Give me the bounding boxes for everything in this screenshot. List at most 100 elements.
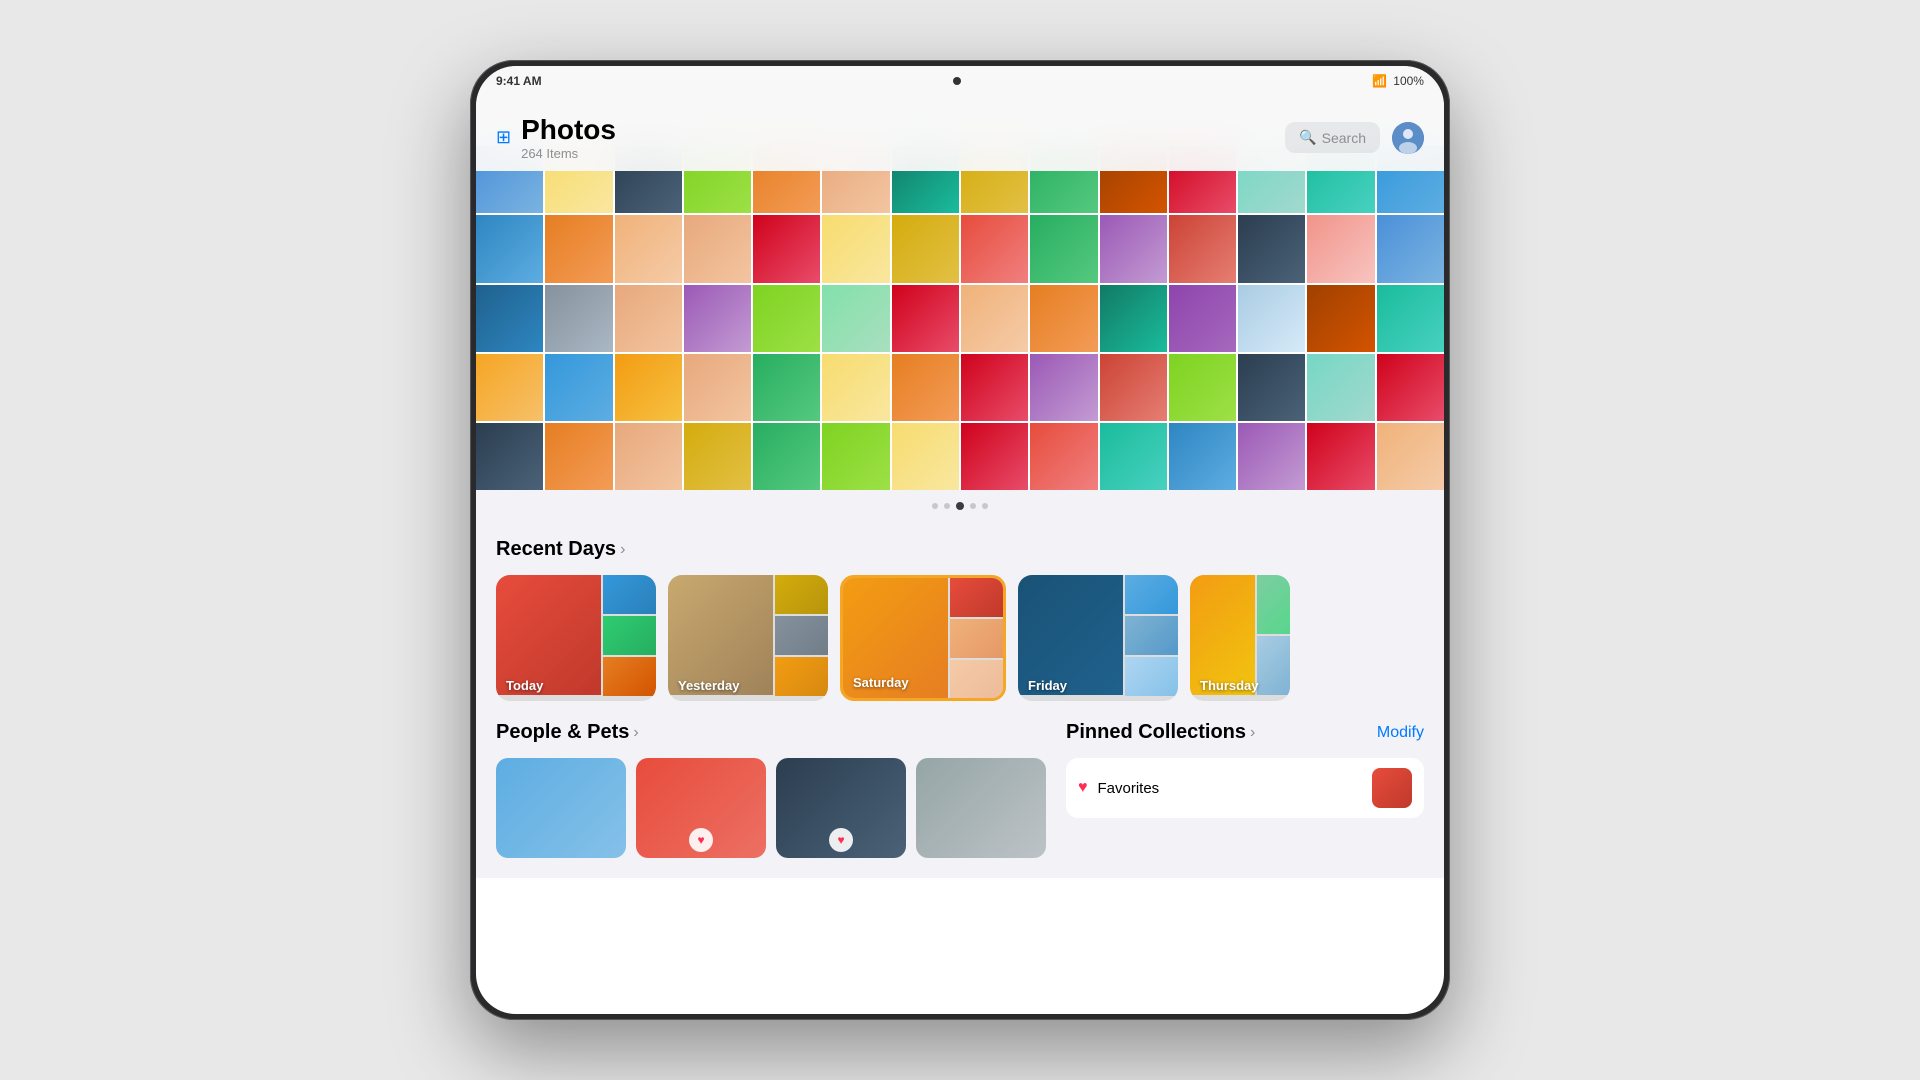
pinned-collections-header: Pinned Collections › Modify [1066, 721, 1424, 744]
device-frame: 9:41 AM 📶 100% ⊞ Photos 264 Items 🔍 Sear… [470, 60, 1450, 1020]
photo-cell[interactable] [545, 354, 612, 421]
people-card-4[interactable] [916, 758, 1046, 858]
pinned-label-favorites: Favorites [1098, 780, 1363, 797]
day-card-yesterday[interactable]: Yesterday [668, 575, 828, 701]
search-label: Search [1322, 130, 1366, 146]
photo-cell[interactable] [822, 285, 889, 352]
nav-right: 🔍 Search [1285, 122, 1424, 154]
photo-cell[interactable] [684, 354, 751, 421]
people-pets-arrow: › [633, 724, 638, 742]
photo-cell[interactable] [1169, 423, 1236, 490]
photo-cell[interactable] [1238, 423, 1305, 490]
photo-cell[interactable] [1169, 285, 1236, 352]
people-scroll[interactable]: ♥ ♥ [496, 758, 1046, 858]
day-label-saturday: Saturday [853, 675, 909, 690]
photo-cell[interactable] [753, 285, 820, 352]
photo-cell[interactable] [961, 423, 1028, 490]
photo-cell[interactable] [1238, 285, 1305, 352]
photo-cell[interactable] [545, 423, 612, 490]
photo-cell[interactable] [1030, 285, 1097, 352]
photo-cell[interactable] [1169, 354, 1236, 421]
photo-cell[interactable] [476, 354, 543, 421]
people-card-1[interactable] [496, 758, 626, 858]
day-card-saturday[interactable]: Saturday [840, 575, 1006, 701]
photo-cell[interactable] [1030, 423, 1097, 490]
photo-cell[interactable] [1377, 423, 1444, 490]
photo-cell[interactable] [892, 423, 959, 490]
day-label-today: Today [506, 678, 543, 693]
dot-1[interactable] [932, 503, 938, 509]
photo-cell[interactable] [753, 423, 820, 490]
photo-cell[interactable] [476, 215, 543, 282]
photo-cell[interactable] [476, 285, 543, 352]
day-card-thursday[interactable]: Thursday [1190, 575, 1290, 701]
status-right: 📶 100% [1372, 74, 1424, 88]
people-pets-section: People & Pets › ♥ ♥ [496, 721, 1046, 858]
photo-cell[interactable] [615, 285, 682, 352]
people-card-2[interactable]: ♥ [636, 758, 766, 858]
recent-days-scroll[interactable]: Today Yesterday [496, 575, 1424, 705]
search-icon: 🔍 [1299, 129, 1316, 146]
photo-grid [476, 146, 1444, 490]
photo-cell[interactable] [684, 285, 751, 352]
nav-left: ⊞ Photos 264 Items [496, 114, 616, 161]
search-button[interactable]: 🔍 Search [1285, 122, 1380, 153]
photo-cell[interactable] [1030, 354, 1097, 421]
photo-cell[interactable] [1307, 215, 1374, 282]
day-card-today[interactable]: Today [496, 575, 656, 701]
photo-cell[interactable] [684, 423, 751, 490]
sidebar-icon[interactable]: ⊞ [496, 127, 511, 148]
photo-cell[interactable] [1100, 215, 1167, 282]
photo-cell[interactable] [753, 354, 820, 421]
photo-cell[interactable] [1307, 285, 1374, 352]
photo-cell[interactable] [1238, 354, 1305, 421]
dot-4[interactable] [970, 503, 976, 509]
photo-cell[interactable] [1377, 285, 1444, 352]
photo-cell[interactable] [892, 285, 959, 352]
photo-cell[interactable] [615, 423, 682, 490]
people-card-3[interactable]: ♥ [776, 758, 906, 858]
dot-2[interactable] [944, 503, 950, 509]
photo-cell[interactable] [1238, 215, 1305, 282]
photo-cell[interactable] [684, 215, 751, 282]
pinned-collections-arrow: › [1250, 724, 1255, 742]
photo-cell[interactable] [1100, 285, 1167, 352]
photo-cell[interactable] [1100, 423, 1167, 490]
photo-cell[interactable] [961, 354, 1028, 421]
photo-cell[interactable] [1169, 215, 1236, 282]
photo-cell[interactable] [822, 215, 889, 282]
photo-cell[interactable] [892, 215, 959, 282]
status-time: 9:41 AM [496, 74, 542, 88]
photo-cell[interactable] [961, 285, 1028, 352]
photo-cell[interactable] [1307, 354, 1374, 421]
photo-cell[interactable] [476, 423, 543, 490]
photo-cell[interactable] [615, 215, 682, 282]
photo-cell[interactable] [1377, 215, 1444, 282]
dot-3-active[interactable] [956, 502, 964, 510]
photo-cell[interactable] [1307, 423, 1374, 490]
day-card-friday[interactable]: Friday [1018, 575, 1178, 701]
photo-cell[interactable] [545, 285, 612, 352]
photo-cell[interactable] [892, 354, 959, 421]
scroll-area[interactable]: Recent Days › [476, 146, 1444, 1014]
photo-cell[interactable] [822, 423, 889, 490]
pinned-item-favorites[interactable]: ♥ Favorites [1066, 758, 1424, 818]
pinned-thumb-favorites [1372, 768, 1412, 808]
photo-cell[interactable] [615, 354, 682, 421]
photo-cell[interactable] [545, 215, 612, 282]
photo-cell[interactable] [961, 215, 1028, 282]
photo-cell[interactable] [1030, 215, 1097, 282]
nav-bar: 9:41 AM 📶 100% ⊞ Photos 264 Items 🔍 Sear… [476, 66, 1444, 171]
photo-cell[interactable] [753, 215, 820, 282]
heart-badge-2: ♥ [829, 828, 853, 852]
pinned-collections-section: Pinned Collections › Modify ♥ Favorites [1066, 721, 1424, 858]
nav-title-group: Photos 264 Items [521, 114, 616, 161]
modify-button[interactable]: Modify [1377, 724, 1424, 742]
photo-cell[interactable] [822, 354, 889, 421]
people-pets-title: People & Pets [496, 721, 629, 744]
photo-cell[interactable] [1377, 354, 1444, 421]
bottom-sections: People & Pets › ♥ ♥ [476, 721, 1444, 878]
dot-5[interactable] [982, 503, 988, 509]
avatar[interactable] [1392, 122, 1424, 154]
photo-cell[interactable] [1100, 354, 1167, 421]
